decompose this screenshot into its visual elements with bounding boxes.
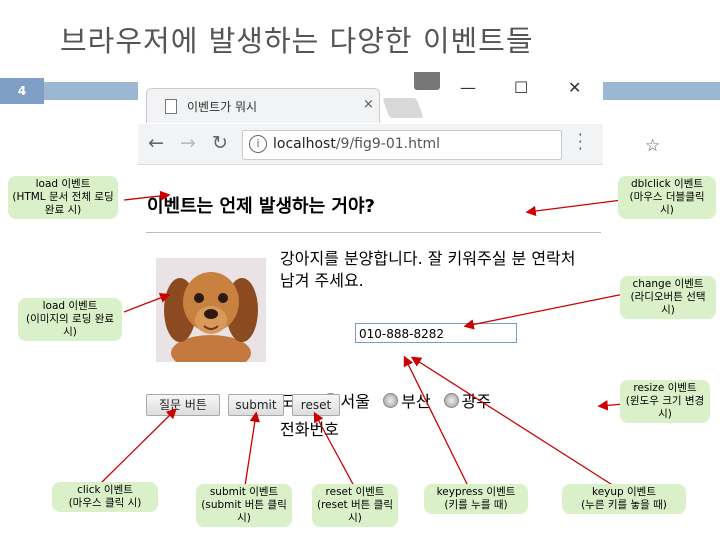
callout-submit-event: submit 이벤트 (209, 486, 279, 498)
callout-load-html-desc: (HTML 문서 전체 로딩 완료 시) (12, 191, 114, 216)
callout-click-event: click 이벤트 (77, 484, 133, 496)
callout-keypress: keypress 이벤트 (키를 누를 때) (424, 484, 528, 514)
arrow-load-html (123, 190, 171, 202)
arrow-click (99, 408, 177, 485)
callout-load-html-event: load 이벤트 (35, 178, 91, 190)
callout-change-event: change 이벤트 (632, 278, 704, 290)
callout-click: click 이벤트 (마우스 클릭 시) (52, 482, 158, 512)
callout-resize-desc: (윈도우 크기 변경 시) (625, 395, 705, 420)
callout-reset-event: reset 이벤트 (325, 486, 385, 498)
callout-load-image-event: load 이벤트 (42, 300, 98, 312)
callout-reset-desc: (reset 버튼 클릭 시) (316, 499, 393, 524)
arrow-keyup (410, 356, 615, 487)
callout-dblclick: dblclick 이벤트 (마우스 더블클릭 시) (618, 176, 716, 219)
callout-dblclick-event: dblclick 이벤트 (630, 178, 704, 190)
callout-keyup-desc: (누른 키를 놓을 때) (581, 499, 667, 511)
callout-dblclick-desc: (마우스 더블클릭 시) (629, 191, 705, 216)
callout-change: change 이벤트 (라디오버튼 선택 시) (620, 276, 716, 319)
callout-change-desc: (라디오버튼 선택 시) (630, 291, 706, 316)
callout-resize: resize 이벤트 (윈도우 크기 변경 시) (620, 380, 710, 423)
callout-submit: submit 이벤트 (submit 버튼 클릭 시) (196, 484, 292, 527)
arrow-change (463, 293, 625, 330)
arrow-reset (313, 411, 355, 487)
arrow-dblclick (525, 199, 623, 217)
callout-click-desc: (마우스 클릭 시) (68, 497, 142, 509)
callout-reset: reset 이벤트 (reset 버튼 클릭 시) (312, 484, 398, 527)
callout-keyup: keyup 이벤트 (누른 키를 놓을 때) (562, 484, 686, 514)
callout-keypress-event: keypress 이벤트 (436, 486, 516, 498)
callout-keypress-desc: (키를 누를 때) (444, 499, 508, 511)
callout-load-image-desc: (이미지의 로딩 완료 시) (25, 313, 115, 338)
arrow-submit (244, 411, 260, 487)
callout-resize-event: resize 이벤트 (633, 382, 697, 394)
callout-submit-desc: (submit 버튼 클릭 시) (201, 499, 287, 524)
callout-arrows (99, 190, 625, 487)
arrow-keypress (403, 355, 469, 487)
callout-load-image: load 이벤트 (이미지의 로딩 완료 시) (18, 298, 122, 341)
callout-keyup-event: keyup 이벤트 (591, 486, 657, 498)
callout-load-html: load 이벤트 (HTML 문서 전체 로딩 완료 시) (8, 176, 118, 219)
arrow-load-image (123, 292, 171, 313)
